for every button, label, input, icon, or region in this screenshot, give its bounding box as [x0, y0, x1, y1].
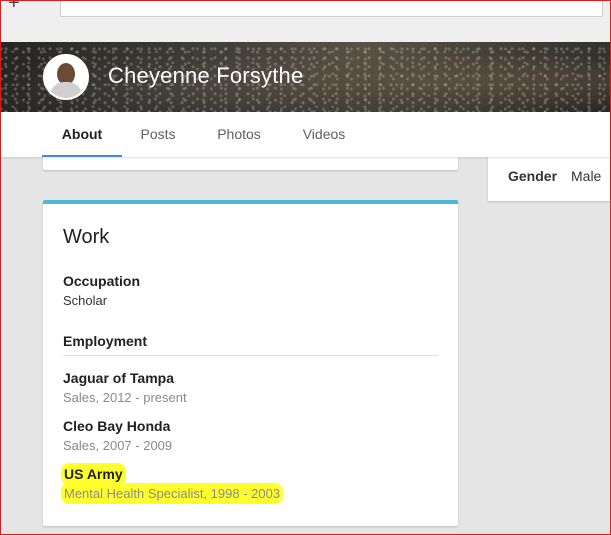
- occupation-value: Scholar: [63, 293, 108, 308]
- tab-about[interactable]: About: [42, 112, 122, 157]
- basic-info-card: Gender Male: [488, 150, 611, 201]
- occupation-label: Occupation: [63, 273, 141, 289]
- gender-value: Male: [571, 168, 602, 184]
- tab-videos[interactable]: Videos: [292, 112, 356, 157]
- search-input[interactable]: [60, 0, 603, 17]
- cover-photo-texture: [0, 42, 611, 112]
- avatar[interactable]: [43, 54, 89, 100]
- employer-name: Jaguar of Tampa: [63, 370, 174, 386]
- employer-detail: Sales, 2012 - present: [63, 390, 187, 405]
- cover-photo: Cheyenne Forsythe: [0, 42, 611, 112]
- employer-detail-text: Mental Health Specialist, 1998 - 2003: [63, 485, 282, 502]
- plus-icon[interactable]: +: [8, 0, 20, 13]
- employer-name-highlighted: US Army: [63, 465, 124, 483]
- profile-tabs: About Posts Photos Videos: [0, 112, 611, 157]
- gender-label: Gender: [508, 168, 558, 184]
- employer-name-text: US Army: [63, 465, 124, 483]
- profile-name: Cheyenne Forsythe: [108, 63, 304, 88]
- employer-detail-highlighted: Mental Health Specialist, 1998 - 2003: [63, 485, 282, 502]
- employer-name: Cleo Bay Honda: [63, 418, 171, 434]
- employer-detail: Sales, 2007 - 2009: [63, 438, 173, 453]
- employment-label: Employment: [63, 333, 148, 349]
- employment-divider: [63, 355, 438, 356]
- avatar-shirt: [50, 82, 82, 98]
- tab-posts[interactable]: Posts: [128, 112, 188, 157]
- top-bar: +: [0, 0, 611, 42]
- tab-photos[interactable]: Photos: [207, 112, 271, 157]
- work-title: Work: [63, 226, 110, 248]
- work-card: Work Occupation Scholar Employment Jagua…: [43, 200, 458, 526]
